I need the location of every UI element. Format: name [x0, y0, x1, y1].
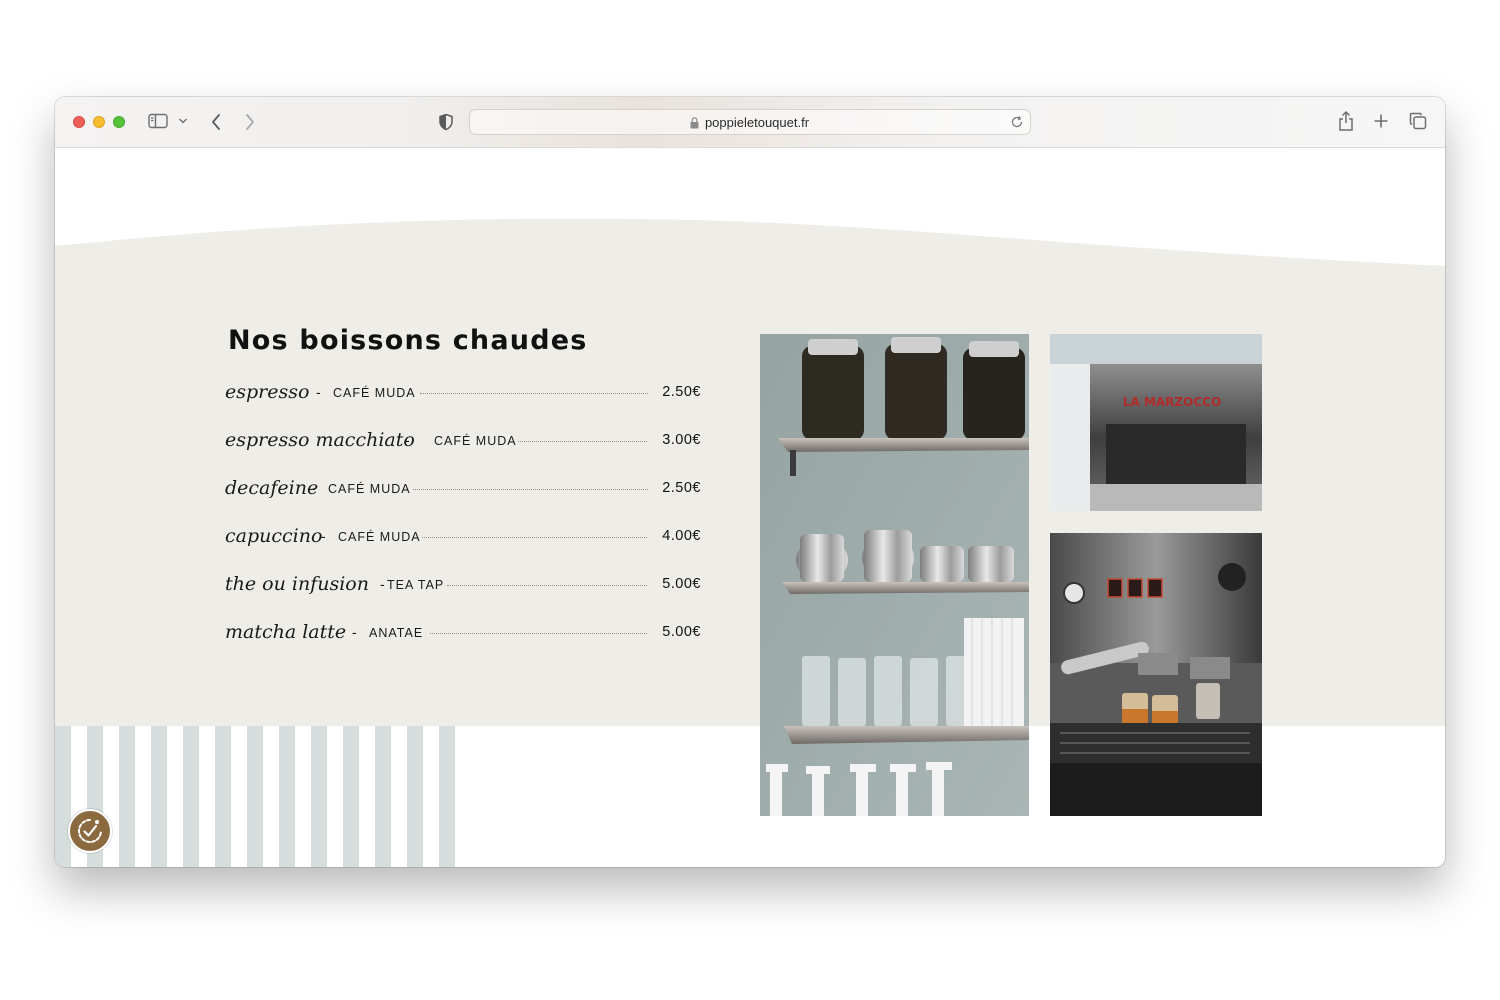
web-page: Nos boissons chaudes espresso - CAFÉ MUD…	[55, 148, 1445, 867]
accessibility-badge-button[interactable]	[68, 809, 112, 853]
chevron-down-icon[interactable]	[178, 117, 188, 125]
menu-item-name: the ou infusion	[225, 573, 369, 595]
menu-item: matcha latte - ANATAE 5.00€	[225, 621, 701, 643]
menu-item: decafeine - CAFÉ MUDA 2.50€	[225, 477, 701, 499]
menu-item-name: capuccino	[225, 525, 323, 547]
dotted-leader	[430, 633, 647, 634]
dotted-leader	[413, 489, 648, 490]
dotted-leader	[518, 441, 647, 442]
menu-item-brand: ANATAE	[369, 626, 424, 640]
menu-title: Nos boissons chaudes	[228, 325, 588, 356]
menu-item-brand: TEA TAP	[387, 578, 445, 592]
menu-item-price: 2.50€	[662, 384, 701, 400]
maximize-window-button[interactable]	[113, 116, 125, 128]
close-window-button[interactable]	[73, 116, 85, 128]
menu-item-brand: CAFÉ MUDA	[328, 482, 411, 496]
dotted-leader	[420, 393, 648, 394]
espresso-pour-photo	[1050, 533, 1262, 816]
menu-item: espresso macchiato - CAFÉ MUDA 3.00€	[225, 429, 701, 451]
menu-item-price: 5.00€	[662, 576, 701, 592]
minimize-window-button[interactable]	[93, 116, 105, 128]
sidebar-icon[interactable]	[148, 113, 168, 129]
espresso-machine-photo: LA MARZOCCO	[1050, 334, 1262, 511]
menu-item-brand: CAFÉ MUDA	[434, 434, 517, 448]
menu-item-name: decafeine	[225, 477, 319, 499]
menu-item-price: 3.00€	[662, 432, 701, 448]
shield-icon[interactable]	[438, 113, 454, 131]
accessibility-icon	[78, 819, 102, 843]
dotted-leader	[447, 585, 647, 586]
menu-item: espresso - CAFÉ MUDA 2.50€	[225, 381, 701, 403]
menu-item-name: espresso	[225, 381, 310, 403]
back-icon[interactable]	[210, 113, 222, 131]
menu-item-price: 2.50€	[662, 480, 701, 496]
browser-toolbar: poppieletouquet.fr	[55, 97, 1445, 148]
browser-window: poppieletouquet.fr Nos boissons chaudes …	[55, 97, 1445, 867]
menu-item-name: espresso macchiato	[225, 429, 415, 451]
tabs-icon[interactable]	[1409, 112, 1427, 130]
menu-item: the ou infusion - TEA TAP 5.00€	[225, 573, 701, 595]
menu-item-brand: CAFÉ MUDA	[338, 530, 421, 544]
machine-brand-text: LA MARZOCCO	[1123, 395, 1221, 409]
decorative-stripes	[55, 726, 455, 867]
menu-item: capuccino - CAFÉ MUDA 4.00€	[225, 525, 701, 547]
menu-item-brand: CAFÉ MUDA	[333, 386, 416, 400]
dotted-leader	[422, 537, 647, 538]
menu-item-name: matcha latte	[225, 621, 347, 643]
reload-icon[interactable]	[1010, 115, 1024, 134]
menu-item-price: 5.00€	[662, 624, 701, 640]
forward-icon[interactable]	[244, 113, 256, 131]
url-text: poppieletouquet.fr	[704, 115, 810, 130]
shelves-photo	[760, 334, 1029, 816]
menu-item-price: 4.00€	[662, 528, 701, 544]
address-bar[interactable]: poppieletouquet.fr	[469, 109, 1031, 135]
plus-icon[interactable]	[1373, 113, 1389, 129]
share-icon[interactable]	[1337, 110, 1355, 132]
